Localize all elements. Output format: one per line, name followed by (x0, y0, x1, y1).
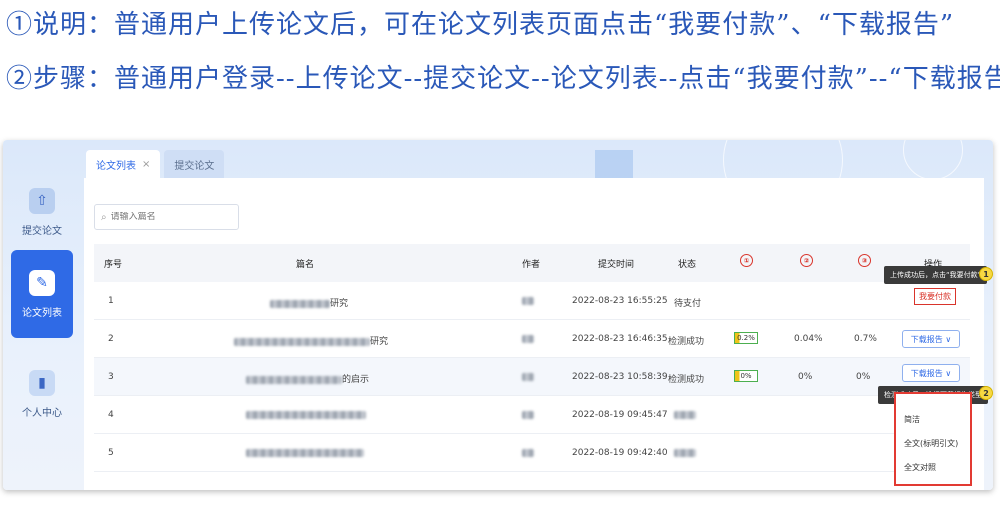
sidebar: ⇧ 提交论文 ✎ 论文列表 ▮ 个人中心 (3, 140, 81, 490)
redacted-text (674, 410, 696, 419)
row-title: 研究 (234, 334, 388, 347)
row-time: 2022-08-23 16:46:35 (572, 334, 668, 344)
row-title: 研究 (270, 296, 348, 309)
rate-3-value: 0.7% (854, 334, 877, 344)
edit-document-icon: ✎ (29, 269, 55, 296)
redacted-text (246, 448, 364, 457)
sidebar-item-label: 个人中心 (22, 407, 62, 419)
instruction-caption-2: ②步骤：普通用户登录--上传论文--提交论文--论文列表--点击“我要付款”--… (6, 64, 1000, 94)
rate-1-icon: ① (740, 254, 753, 267)
table-header: 序号 篇名 作者 提交时间 状态 ① ② ③ 操作 (94, 244, 970, 282)
upload-icon: ⇧ (29, 187, 55, 214)
rate-1-bar: 0.2% (734, 332, 758, 344)
title-suffix: 研究 (370, 337, 389, 347)
column-header-rate-3: ③ (858, 254, 871, 267)
tab-label: 论文列表 (96, 160, 136, 172)
row-title (246, 410, 366, 420)
title-suffix: 的启示 (342, 375, 370, 385)
step-badge-1: 1 (979, 267, 993, 281)
column-header-title: 篇名 (296, 260, 315, 270)
redacted-text (522, 372, 534, 381)
paper-list-panel: ⌕ 序号 篇名 作者 提交时间 状态 ① ② ③ 操作 1 研究 2022-08… (84, 178, 993, 490)
rate-1-bar: 0% (734, 370, 758, 382)
column-header-status: 状态 (678, 260, 697, 270)
step-badge-2: 2 (979, 386, 993, 400)
redacted-text (246, 375, 342, 384)
row-title (246, 448, 364, 458)
row-time: 2022-08-23 16:55:25 (572, 296, 668, 306)
table-row: 3 的启示 2022-08-23 10:58:39 检测成功 0% 0% 0% … (94, 358, 970, 396)
rate-2-icon: ② (800, 254, 813, 267)
main-content: 论文列表 × 提交论文 ⌕ 序号 篇名 作者 提交时间 状态 ① ② ③ (84, 150, 993, 490)
row-status (674, 448, 696, 458)
pay-button[interactable]: 我要付款 (914, 288, 956, 305)
rate-2-value: 0% (798, 372, 813, 382)
redacted-text (522, 410, 534, 419)
table-row: 4 2022-08-19 09:45:47 (94, 396, 970, 434)
row-time: 2022-08-23 10:58:39 (572, 372, 668, 382)
download-report-button[interactable]: 下载报告 ∨ (902, 330, 960, 348)
instruction-caption-1: ①说明：普通用户上传论文后，可在论文列表页面点击“我要付款”、“下载报告” (6, 10, 955, 40)
row-index: 5 (108, 448, 114, 458)
search-box[interactable]: ⌕ (94, 204, 239, 230)
row-status: 待支付 (674, 299, 702, 309)
row-time: 2022-08-19 09:45:47 (572, 410, 668, 420)
sidebar-item-submit-paper[interactable]: ⇧ 提交论文 (11, 168, 73, 256)
tab-bar: 论文列表 × 提交论文 (86, 150, 228, 178)
row-author (522, 296, 534, 306)
redacted-text (522, 448, 534, 457)
row-status: 检测成功 (668, 337, 705, 347)
column-header-index: 序号 (104, 260, 123, 270)
tab-paper-list[interactable]: 论文列表 × (86, 150, 161, 178)
rate-3-value: 0% (856, 372, 871, 382)
row-status (674, 410, 696, 420)
redacted-text (270, 299, 330, 308)
rate-3-icon: ③ (858, 254, 871, 267)
row-index: 3 (108, 372, 114, 382)
column-header-rate-1: ① (740, 254, 753, 267)
rate-2-value: 0.04% (794, 334, 823, 344)
row-status: 检测成功 (668, 375, 705, 385)
row-index: 4 (108, 410, 114, 420)
row-title: 的启示 (246, 372, 369, 385)
tab-label: 提交论文 (174, 160, 215, 172)
close-icon[interactable]: × (142, 159, 150, 170)
download-type-menu: 简洁 全文(标明引文) 全文对照 (894, 392, 972, 486)
tab-submit-paper[interactable]: 提交论文 (164, 150, 225, 178)
redacted-text (522, 334, 534, 343)
menu-item-concise[interactable]: 简洁 (904, 414, 920, 425)
sidebar-item-label: 提交论文 (22, 225, 62, 237)
download-report-button[interactable]: 下载报告 ∨ (902, 364, 960, 382)
table-row: 2 研究 2022-08-23 16:46:35 检测成功 0.2% 0.04%… (94, 320, 970, 358)
search-input[interactable] (110, 212, 231, 222)
user-icon: ▮ (29, 369, 55, 396)
redacted-text (234, 337, 370, 346)
column-header-rate-2: ② (800, 254, 813, 267)
row-author (522, 372, 534, 382)
redacted-text (246, 410, 366, 419)
pay-tooltip: 上传成功后，点击“我要付款” (884, 266, 988, 284)
app-window: ⇧ 提交论文 ✎ 论文列表 ▮ 个人中心 论文列表 × 提交论文 ⌕ 请输入篇名… (3, 140, 993, 490)
table-row: 5 2022-08-19 09:42:40 (94, 434, 970, 472)
row-index: 1 (108, 296, 114, 306)
title-suffix: 研究 (330, 299, 349, 309)
redacted-text (674, 448, 696, 457)
row-author (522, 334, 534, 344)
row-author (522, 410, 534, 420)
table-row: 1 研究 2022-08-23 16:55:25 待支付 (94, 282, 970, 320)
sidebar-item-paper-list[interactable]: ✎ 论文列表 (11, 250, 73, 338)
row-author (522, 448, 534, 458)
redacted-text (522, 296, 534, 305)
menu-item-full-comparison[interactable]: 全文对照 (904, 462, 936, 473)
sidebar-item-label: 论文列表 (22, 307, 62, 319)
search-icon: ⌕ (101, 211, 107, 223)
sidebar-item-user-center[interactable]: ▮ 个人中心 (11, 350, 73, 438)
column-header-author: 作者 (522, 260, 541, 270)
column-header-submit-time: 提交时间 (598, 260, 635, 270)
rate-1-value: 0% (734, 370, 758, 382)
row-time: 2022-08-19 09:42:40 (572, 448, 668, 458)
menu-item-full-with-citations[interactable]: 全文(标明引文) (904, 438, 958, 449)
row-index: 2 (108, 334, 114, 344)
rate-1-value: 0.2% (734, 332, 758, 344)
